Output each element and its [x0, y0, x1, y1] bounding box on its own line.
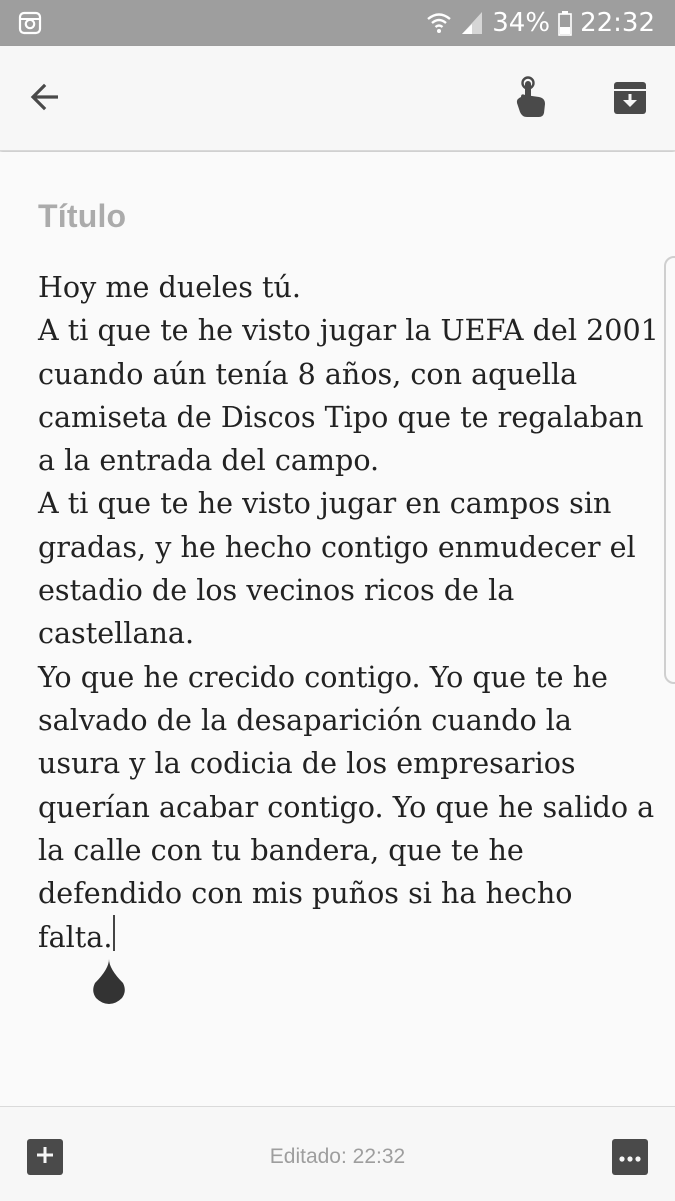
note-line-text: falta. [38, 920, 113, 955]
note-line: salvado de la desaparición cuando la [38, 702, 572, 737]
status-time: 22:32 [580, 8, 655, 38]
edited-timestamp: Editado: 22:32 [269, 1145, 406, 1168]
note-line: querían acabar contigo. Yo que he salido… [38, 789, 655, 824]
text-cursor [113, 915, 116, 952]
note-line-last: falta. [38, 915, 648, 959]
back-button[interactable] [22, 76, 68, 122]
note-line: Yo que he crecido contigo. Yo que te he [38, 659, 608, 694]
note-title-field[interactable]: Título [38, 198, 126, 235]
reminder-button[interactable] [508, 74, 554, 124]
note-line: la calle con tu bandera, que te he [38, 832, 524, 867]
note-line: castellana. [38, 616, 195, 651]
battery-icon [558, 10, 572, 36]
instagram-icon [18, 11, 42, 35]
note-editor[interactable]: Título Hoy me dueles tú. A ti que te he … [0, 152, 675, 1106]
note-line: usura y la codicia de los empresarios [38, 746, 576, 781]
app-bar [0, 46, 675, 151]
battery-percent: 34% [492, 8, 551, 38]
cursor-handle[interactable] [89, 957, 129, 1005]
note-line: A ti que te he visto jugar la UEFA del 2… [38, 313, 659, 348]
note-line: cuando aún tenía 8 años, con aquella [38, 356, 578, 391]
signal-icon [460, 10, 484, 36]
note-line: A ti que te he visto jugar en campos sin [38, 486, 612, 521]
note-line: Hoy me dueles tú. [38, 270, 301, 304]
back-arrow-icon [28, 80, 62, 118]
archive-icon [612, 80, 648, 120]
status-bar: 34% 22:32 [0, 0, 675, 46]
note-line: defendido con mis puños si ha hecho [38, 876, 573, 911]
note-line: gradas, y he hecho contigo enmudecer el [38, 529, 636, 564]
edge-panel-handle[interactable] [664, 256, 675, 684]
note-line: estadio de los vecinos ricos de la [38, 573, 515, 608]
status-indicators: 34% 22:32 [426, 6, 655, 40]
note-line: camiseta de Discos Tipo que te regalaban [38, 399, 644, 434]
more-options-icon [618, 1148, 642, 1167]
bottom-bar: Editado: 22:32 [0, 1106, 675, 1201]
wifi-icon [426, 10, 452, 36]
note-line: a la entrada del campo. [38, 443, 380, 478]
reminder-hand-icon [511, 75, 551, 123]
more-options-button[interactable] [612, 1139, 648, 1175]
note-body-field[interactable]: Hoy me dueles tú. A ti que te he visto j… [38, 266, 659, 960]
archive-button[interactable] [606, 76, 654, 124]
